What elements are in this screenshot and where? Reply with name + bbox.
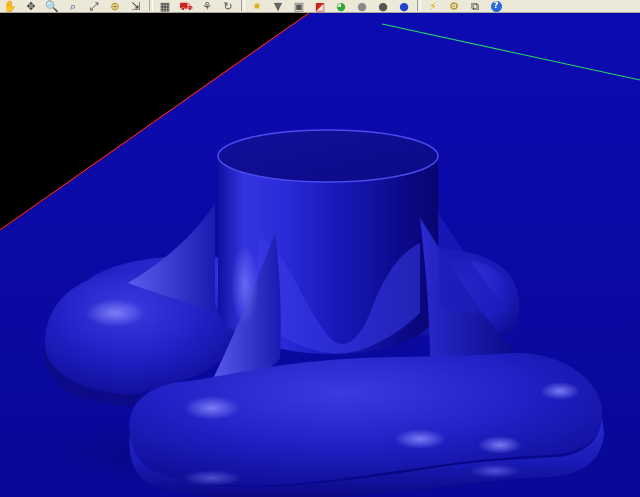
zoom-window-button[interactable]: ⌕ xyxy=(63,0,83,12)
zoom-window-icon: ⌕ xyxy=(69,0,77,13)
walk-button[interactable]: ⚘ xyxy=(197,0,217,12)
specular-highlight xyxy=(184,396,240,420)
toolbar-separator xyxy=(241,0,245,11)
specular-highlight xyxy=(231,245,259,325)
zoom-extents-button[interactable]: ⤢ xyxy=(84,0,104,12)
help-button[interactable]: ? xyxy=(486,0,506,12)
funnel-icon: ▼ xyxy=(273,0,283,13)
sphere-blue-button[interactable]: ● xyxy=(394,0,414,12)
layout-icon: ⧉ xyxy=(471,0,479,13)
car-button[interactable]: ⛟ xyxy=(176,0,196,12)
cylinder-top xyxy=(217,129,439,183)
rotate-icon: ↻ xyxy=(223,0,233,13)
zoom-dynamic-button[interactable]: ⇲ xyxy=(126,0,146,12)
grid-icon: ▦ xyxy=(159,0,171,13)
light-bulb-button[interactable]: ✷ xyxy=(247,0,267,12)
funnel-button[interactable]: ▼ xyxy=(268,0,288,12)
move-button[interactable]: ✥ xyxy=(21,0,41,12)
color-cube-icon: ◩ xyxy=(314,0,326,13)
light-bulb-icon: ✷ xyxy=(252,0,262,13)
zoom-selected-icon: ⊕ xyxy=(110,0,120,13)
color-cube-button[interactable]: ◩ xyxy=(310,0,330,12)
wand-icon: ⚡ xyxy=(429,0,437,13)
sphere-gray-button[interactable]: ● xyxy=(352,0,372,12)
zoom-extents-icon: ⤢ xyxy=(89,0,99,13)
toolbar-separator xyxy=(149,0,153,11)
sphere-dark-button[interactable]: ● xyxy=(373,0,393,12)
layout-button[interactable]: ⧉ xyxy=(465,0,485,12)
zoom-dynamic-icon: ⇲ xyxy=(131,0,141,13)
specular-highlight xyxy=(470,464,520,478)
zoom-selected-button[interactable]: ⊕ xyxy=(105,0,125,12)
cad-window: ✋ ✥ 🔍 ⌕ ⤢ ⊕ ⇲ ▦ ⛟ ⚘ ↻ ✷ ▼ ▣ ◩ ◕ ● ● ● ⚡ ⚙ ⧉? xyxy=(0,0,640,497)
move-icon: ✥ xyxy=(26,0,36,13)
pan-hand-button[interactable]: ✋ xyxy=(0,0,20,12)
toolbar-separator xyxy=(417,0,421,11)
wand-button[interactable]: ⚡ xyxy=(423,0,443,12)
car-icon: ⛟ xyxy=(179,0,193,13)
zoom-button[interactable]: 🔍 xyxy=(42,0,62,12)
color-wheel-button[interactable]: ◕ xyxy=(331,0,351,12)
box-icon: ▣ xyxy=(293,0,305,13)
specular-highlight xyxy=(478,436,522,454)
sphere-blue-icon: ● xyxy=(399,0,409,13)
3d-viewport[interactable] xyxy=(0,13,640,497)
box-button[interactable]: ▣ xyxy=(289,0,309,12)
pan-hand-icon: ✋ xyxy=(3,0,17,13)
sphere-dark-icon: ● xyxy=(378,0,388,13)
specular-highlight xyxy=(182,470,242,486)
rendered-scene xyxy=(0,13,640,497)
walk-icon: ⚘ xyxy=(202,0,212,13)
specular-highlight xyxy=(394,429,446,449)
main-toolbar: ✋ ✥ 🔍 ⌕ ⤢ ⊕ ⇲ ▦ ⛟ ⚘ ↻ ✷ ▼ ▣ ◩ ◕ ● ● ● ⚡ ⚙ ⧉? xyxy=(0,0,640,13)
gear-button[interactable]: ⚙ xyxy=(444,0,464,12)
sphere-gray-icon: ● xyxy=(357,0,367,13)
zoom-icon: 🔍 xyxy=(45,0,59,13)
color-wheel-icon: ◕ xyxy=(336,0,346,13)
help-icon: ? xyxy=(490,1,502,12)
rotate-button[interactable]: ↻ xyxy=(218,0,238,12)
specular-highlight xyxy=(540,382,580,400)
gear-icon: ⚙ xyxy=(449,0,459,13)
specular-highlight xyxy=(85,299,145,327)
grid-button[interactable]: ▦ xyxy=(155,0,175,12)
